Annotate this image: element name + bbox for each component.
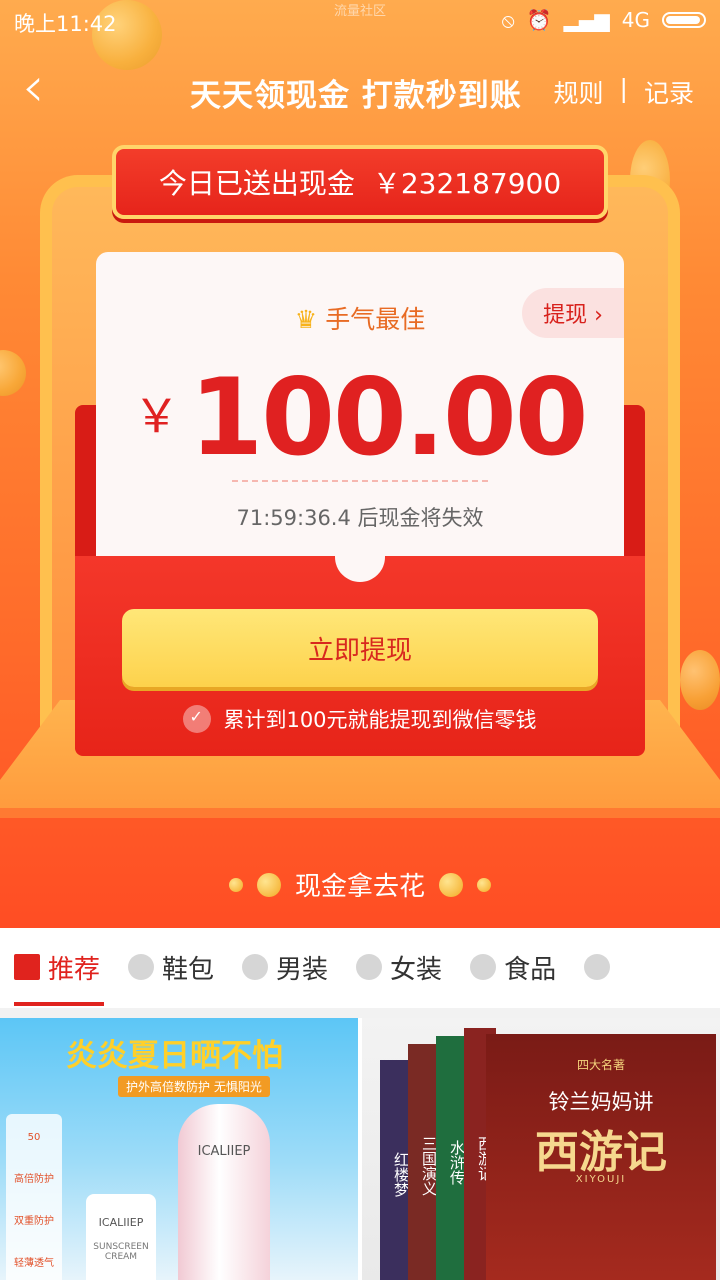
best-text: 手气最佳 <box>325 305 426 334</box>
tube-image: ICALIIEP SUNSCREEN CREAM <box>86 1194 156 1280</box>
spend-label: 现金拿去花 <box>294 872 425 902</box>
dashed-divider <box>232 480 488 482</box>
amount-value: 100.00 <box>189 356 588 479</box>
tube-brand: ICALIIEP <box>98 1216 144 1229</box>
coin-icon <box>439 872 463 897</box>
badge: 双重防护 <box>14 1216 54 1227</box>
series-tag: 四大名著 <box>576 1058 625 1072</box>
rules-link[interactable]: 规则 <box>554 74 604 110</box>
product-subline: 护外高倍数防护 无惧阳光 <box>118 1076 270 1097</box>
book-subtitle: 铃兰妈妈讲 <box>548 1090 654 1114</box>
coin-icon <box>477 877 491 892</box>
network-label: 流量社区 <box>334 4 387 19</box>
book-title: 西游记 <box>535 1127 667 1178</box>
withdraw-chip[interactable]: 提现 › <box>522 288 624 338</box>
spray-bottle-image: ICALIIEP <box>178 1104 270 1280</box>
umbrella-icon <box>584 954 611 980</box>
crown-icon: ♛ <box>294 305 318 334</box>
mute-icon: ⦸ <box>501 8 515 32</box>
tab-label: 食品 <box>504 954 557 985</box>
sent-amount: ￥232187900 <box>372 167 562 200</box>
stage-edge <box>0 808 720 818</box>
badge: 50 <box>27 1132 41 1143</box>
spend-section-title: 现金拿去花 <box>0 866 720 903</box>
shoe-icon <box>128 954 155 980</box>
hero-banner: 晚上11:42 流量社区 ⦸ ⏰ ▂▄▆ 4G ‹ 天天领现金 打款秒到账 规则… <box>0 0 720 928</box>
tab-label: 男装 <box>276 954 329 985</box>
tab-menswear[interactable]: 男装 <box>228 928 342 1006</box>
alarm-icon: ⏰ <box>526 8 552 32</box>
star-icon <box>14 954 40 980</box>
coin-decoration <box>0 350 26 396</box>
cash-amount: ￥100.00 <box>96 356 624 479</box>
coin-decoration <box>680 650 720 710</box>
wechat-note: 累计到100元就能提现到微信零钱 <box>0 704 720 734</box>
tab-food[interactable]: 食品 <box>456 928 570 1006</box>
withdraw-now-button[interactable]: 立即提现 <box>122 609 598 687</box>
currency-symbol: ￥ <box>133 389 180 443</box>
status-icons: ⦸ ⏰ ▂▄▆ 4G <box>502 8 706 32</box>
coin-icon <box>228 877 243 892</box>
product-headline: 炎炎夏日晒不怕 <box>66 1038 283 1074</box>
section-divider <box>0 1008 720 1018</box>
shirt-icon <box>242 954 269 980</box>
status-time: 晚上11:42 <box>14 12 117 36</box>
wechat-note-text: 累计到100元就能提现到微信零钱 <box>223 708 537 732</box>
food-icon <box>470 954 497 980</box>
book-pinyin: XIYOUJI <box>575 1174 627 1185</box>
dress-icon <box>356 954 383 980</box>
cash-card: ♛ 手气最佳 提现 › ￥100.00 71:59:36.4 后现金将失效 <box>96 252 624 582</box>
tab-label: 鞋包 <box>162 954 215 985</box>
back-chevron-icon[interactable]: ‹ <box>22 60 66 120</box>
sent-label: 今日已送出现金 <box>158 167 355 200</box>
tab-shoes-bags[interactable]: 鞋包 <box>114 928 228 1006</box>
cash-sent-counter: 今日已送出现金 ￥232187900 <box>112 145 608 219</box>
category-tabs: 推荐 鞋包 男装 女装 食品 <box>0 928 720 1008</box>
network-type: 4G <box>621 8 650 32</box>
tab-recommend[interactable]: 推荐 <box>0 928 114 1006</box>
tab-womenswear[interactable]: 女装 <box>342 928 456 1006</box>
battery-icon <box>662 12 706 28</box>
book-cover: 四大名著 铃兰妈妈讲 西游记 XIYOUJI <box>486 1034 716 1280</box>
tube-name: SUNSCREEN CREAM <box>93 1242 149 1262</box>
tab-label: 推荐 <box>48 954 101 985</box>
nav-links: 规则 | 记录 <box>554 74 694 110</box>
badge: 轻薄透气 <box>14 1258 54 1269</box>
product-card-sunscreen[interactable]: 炎炎夏日晒不怕 护外高倍数防护 无惧阳光 50 高倍防护 双重防护 轻薄透气 I… <box>0 1018 358 1280</box>
expire-countdown: 71:59:36.4 后现金将失效 <box>236 506 484 530</box>
tab-more[interactable] <box>570 928 624 1006</box>
badge: 高倍防护 <box>14 1174 54 1185</box>
coin-icon <box>256 872 281 897</box>
records-link[interactable]: 记录 <box>644 74 694 110</box>
status-bar: 晚上11:42 流量社区 ⦸ ⏰ ▂▄▆ 4G <box>0 0 720 42</box>
tab-label: 女装 <box>390 954 443 985</box>
nav-separator: | <box>619 74 628 103</box>
top-nav: ‹ 天天领现金 打款秒到账 规则 | 记录 <box>0 50 720 130</box>
signal-icon: ▂▄▆ <box>563 8 610 32</box>
feature-badges: 50 高倍防护 双重防护 轻薄透气 <box>6 1114 62 1280</box>
page-title: 天天领现金 打款秒到账 <box>190 78 522 114</box>
wechat-icon <box>183 705 212 733</box>
brand-label: ICALIIEP <box>197 1144 251 1159</box>
product-card-books[interactable]: 红楼梦 三国演义 水浒传 西游记 四大名著 铃兰妈妈讲 西游记 XIYOUJI <box>362 1018 720 1280</box>
